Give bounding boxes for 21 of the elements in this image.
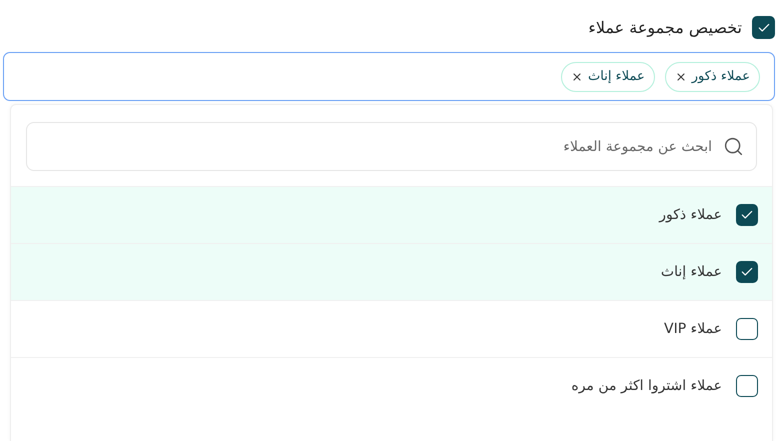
option-row[interactable]: عملاء VIP bbox=[11, 300, 772, 357]
option-row[interactable]: عملاء ذكور bbox=[11, 186, 772, 243]
checkbox[interactable] bbox=[736, 375, 758, 397]
search-icon bbox=[723, 136, 744, 157]
close-icon[interactable] bbox=[571, 70, 584, 82]
field-label: تخصيص مجموعة عملاء bbox=[588, 18, 742, 37]
checkbox[interactable] bbox=[736, 318, 758, 340]
option-row[interactable]: عملاء إناث bbox=[11, 243, 772, 300]
tag-chip[interactable]: عملاء ذكور bbox=[664, 62, 760, 92]
checkbox[interactable] bbox=[736, 204, 758, 226]
checkbox[interactable] bbox=[736, 261, 758, 283]
checkbox[interactable] bbox=[752, 16, 775, 39]
option-label: عملاء إناث bbox=[660, 264, 722, 280]
option-label: عملاء ذكور bbox=[659, 207, 722, 223]
option-label: عملاء اشتروا اكثر من مره bbox=[571, 378, 722, 394]
option-row[interactable]: عملاء اشتروا اكثر من مره bbox=[11, 357, 772, 414]
tag-chip[interactable]: عملاء إناث bbox=[561, 62, 655, 92]
close-icon[interactable] bbox=[674, 70, 687, 82]
option-label: عملاء VIP bbox=[664, 321, 722, 337]
search-field[interactable]: ابحث عن مجموعة العملاء bbox=[26, 122, 757, 171]
multi-select-field[interactable]: عملاء ذكور عملاء إناث bbox=[3, 52, 775, 101]
